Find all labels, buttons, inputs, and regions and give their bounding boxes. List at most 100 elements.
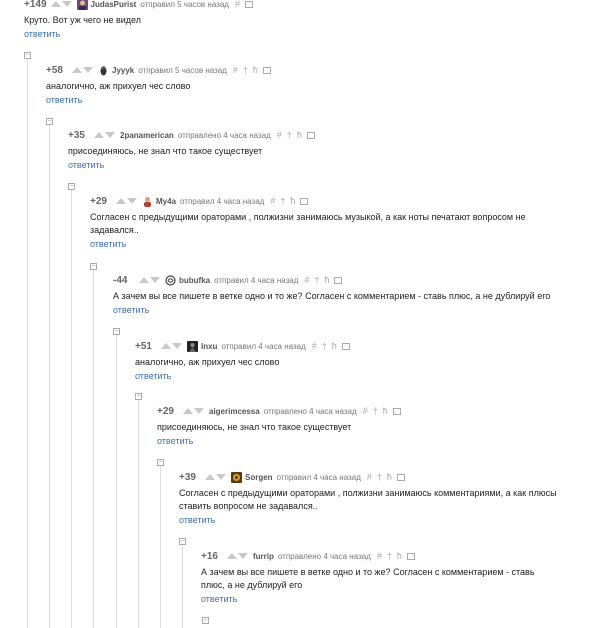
reply-link[interactable]: ответить [46, 95, 82, 105]
comment-username[interactable]: My4a [156, 197, 176, 206]
reply-link[interactable]: ответить [201, 594, 237, 604]
upvote-icon[interactable] [161, 343, 171, 349]
reply-link[interactable]: ответить [68, 160, 104, 170]
save-icon[interactable] [300, 197, 309, 205]
comment: +51 Inxu отправил 4 часа назад # † ħ ана… [135, 339, 592, 381]
permalink-icon[interactable]: # [235, 0, 240, 9]
reply-link[interactable]: ответить [90, 239, 126, 249]
downvote-icon[interactable] [83, 67, 93, 73]
downvote-icon[interactable] [105, 132, 115, 138]
upvote-icon[interactable] [50, 1, 61, 7]
upvote-icon[interactable] [72, 67, 82, 73]
comment-rating: +35 [68, 129, 85, 141]
collapse-toggle[interactable]: − [46, 118, 53, 125]
avatar-icon[interactable] [76, 0, 88, 10]
dagger-icon[interactable]: † [280, 196, 285, 206]
downvote-icon[interactable] [172, 343, 182, 349]
upvote-icon[interactable] [116, 198, 126, 204]
reply-link[interactable]: ответить [135, 371, 171, 381]
collapse-toggle[interactable]: − [135, 393, 142, 400]
comment-username[interactable]: bubufka [179, 276, 210, 285]
collapse-toggle[interactable]: − [157, 459, 164, 466]
permalink-icon[interactable]: # [377, 551, 382, 561]
collapse-toggle[interactable]: − [24, 52, 31, 59]
comment-rating: +149 [24, 0, 47, 10]
avatar-icon[interactable] [231, 471, 242, 483]
comment: +16 furrip отправлено 4 часа назад # † ħ… [201, 549, 592, 605]
comment-header: +51 Inxu отправил 4 часа назад # † ħ [135, 339, 592, 353]
permalink-icon[interactable]: # [270, 196, 275, 206]
downvote-icon[interactable] [150, 277, 160, 283]
h-icon[interactable]: ħ [290, 196, 295, 206]
save-icon[interactable] [306, 131, 315, 139]
dagger-icon[interactable]: † [387, 551, 392, 561]
upvote-icon[interactable] [205, 474, 215, 480]
downvote-icon[interactable] [216, 474, 226, 480]
h-icon[interactable]: ħ [297, 130, 302, 140]
permalink-icon[interactable]: # [233, 65, 238, 75]
vote-buttons [50, 1, 72, 7]
save-icon[interactable] [396, 473, 405, 481]
h-icon[interactable]: ħ [397, 551, 402, 561]
thread-line [182, 545, 183, 628]
dagger-icon[interactable]: † [243, 65, 248, 75]
reply-link[interactable]: ответить [113, 305, 149, 315]
comment-username[interactable]: Inxu [201, 342, 217, 351]
comment-username[interactable]: 2panamerican [120, 131, 174, 140]
collapse-toggle[interactable]: − [113, 328, 120, 335]
h-icon[interactable]: ħ [253, 65, 258, 75]
upvote-icon[interactable] [227, 553, 237, 559]
save-icon[interactable] [262, 66, 271, 74]
save-icon[interactable] [406, 552, 415, 560]
permalink-icon[interactable]: # [312, 341, 317, 351]
downvote-icon[interactable] [194, 408, 204, 414]
h-icon[interactable]: ħ [324, 275, 329, 285]
reply-link[interactable]: ответить [179, 515, 215, 525]
downvote-icon[interactable] [238, 553, 248, 559]
avatar-icon[interactable] [165, 274, 176, 286]
save-icon[interactable] [341, 342, 350, 350]
h-icon[interactable]: ħ [387, 472, 392, 482]
upvote-icon[interactable] [94, 132, 104, 138]
permalink-icon[interactable]: # [367, 472, 372, 482]
dagger-icon[interactable]: † [377, 472, 382, 482]
collapse-toggle[interactable]: − [90, 263, 97, 270]
save-icon[interactable] [244, 0, 253, 8]
comment-username[interactable]: Sorgen [245, 473, 273, 482]
collapse-toggle[interactable]: − [68, 183, 75, 190]
upvote-icon[interactable] [139, 277, 149, 283]
h-icon[interactable]: ħ [332, 341, 337, 351]
downvote-icon[interactable] [61, 1, 72, 7]
comment-timestamp: отправлено 4 часа назад [263, 406, 357, 416]
upvote-icon[interactable] [183, 408, 193, 414]
permalink-icon[interactable]: # [277, 130, 282, 140]
dagger-icon[interactable]: † [314, 275, 319, 285]
permalink-icon[interactable]: # [304, 275, 309, 285]
h-icon[interactable]: ħ [383, 406, 388, 416]
comment-rating: +29 [157, 405, 174, 417]
comment-username[interactable]: JudasPurist [91, 0, 137, 9]
save-icon[interactable] [392, 407, 401, 415]
thread-line [71, 190, 72, 628]
comment-username[interactable]: Jyyyk [112, 66, 134, 75]
comment-username[interactable]: furrip [253, 552, 274, 561]
comment-timestamp: отправил 4 часа назад [180, 196, 265, 206]
comment-rating: +58 [46, 64, 63, 76]
save-icon[interactable] [334, 276, 343, 284]
dagger-icon[interactable]: † [373, 406, 378, 416]
comment-rating: +16 [201, 550, 218, 562]
collapse-toggle[interactable]: − [179, 538, 186, 545]
avatar-icon[interactable] [142, 196, 153, 207]
collapse-toggle[interactable]: − [202, 617, 209, 624]
avatar-icon[interactable] [98, 65, 109, 76]
downvote-icon[interactable] [127, 198, 137, 204]
comment-header: -44 bubufka отправил 4 часа назад # † ħ [113, 273, 592, 287]
comment-username[interactable]: aigerimcessa [209, 407, 260, 416]
vote-buttons [183, 408, 204, 414]
avatar-icon[interactable] [187, 340, 198, 352]
reply-link[interactable]: ответить [157, 436, 193, 446]
dagger-icon[interactable]: † [322, 341, 327, 351]
reply-link[interactable]: ответить [24, 29, 60, 39]
dagger-icon[interactable]: † [287, 130, 292, 140]
permalink-icon[interactable]: # [363, 406, 368, 416]
